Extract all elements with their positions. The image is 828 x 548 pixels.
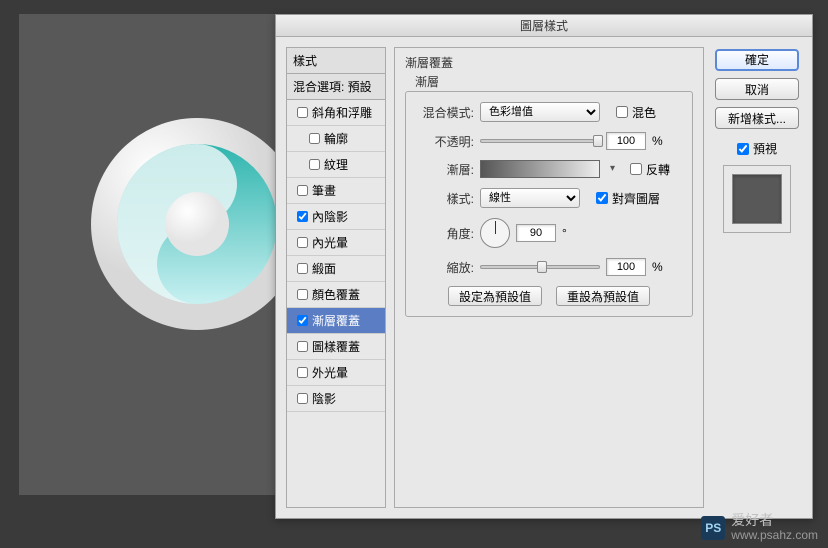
- style-item[interactable]: 圖樣覆蓋: [287, 334, 385, 360]
- subsection-title: 漸層: [415, 73, 693, 90]
- style-label: 圖樣覆蓋: [312, 338, 360, 355]
- reverse-checkbox[interactable]: 反轉: [630, 161, 670, 178]
- style-item[interactable]: 陰影: [287, 386, 385, 412]
- style-label: 輪廓: [324, 130, 348, 147]
- opacity-label: 不透明:: [418, 133, 474, 150]
- style-label: 陰影: [312, 390, 336, 407]
- preview-checkbox[interactable]: 預視: [737, 140, 777, 157]
- styles-header[interactable]: 樣式: [287, 48, 385, 74]
- style-select[interactable]: 線性: [480, 188, 580, 208]
- align-checkbox[interactable]: 對齊圖層: [596, 190, 660, 207]
- artwork-preview: [87, 114, 307, 334]
- style-checkbox[interactable]: [309, 159, 320, 170]
- dither-checkbox[interactable]: 混色: [616, 104, 656, 121]
- style-checkbox[interactable]: [297, 341, 308, 352]
- ps-logo-icon: PS: [701, 516, 725, 540]
- canvas-area: [19, 14, 276, 495]
- watermark-url: www.psahz.com: [731, 529, 818, 542]
- style-checkbox[interactable]: [297, 315, 308, 326]
- style-checkbox[interactable]: [297, 263, 308, 274]
- style-checkbox[interactable]: [297, 107, 308, 118]
- style-item[interactable]: 漸層覆蓋: [287, 308, 385, 334]
- dialog-title: 圖層樣式: [276, 15, 812, 37]
- dialog-buttons: 確定 取消 新增樣式... 預視: [712, 47, 802, 508]
- style-label: 緞面: [312, 260, 336, 277]
- angle-dial[interactable]: [480, 218, 510, 248]
- blend-mode-label: 混合模式:: [418, 104, 474, 121]
- angle-label: 角度:: [418, 225, 474, 242]
- watermark: PS 爱好者 www.psahz.com: [701, 513, 818, 542]
- scale-label: 縮放:: [418, 259, 474, 276]
- style-label: 顏色覆蓋: [312, 286, 360, 303]
- style-checkbox[interactable]: [297, 367, 308, 378]
- ok-button[interactable]: 確定: [715, 49, 799, 71]
- style-item[interactable]: 內陰影: [287, 204, 385, 230]
- opacity-unit: %: [652, 134, 663, 148]
- style-checkbox[interactable]: [297, 393, 308, 404]
- style-label: 內陰影: [312, 208, 348, 225]
- style-checkbox[interactable]: [297, 289, 308, 300]
- angle-input[interactable]: [516, 224, 556, 242]
- style-item[interactable]: 紋理: [287, 152, 385, 178]
- layer-style-dialog: 圖層樣式 樣式 混合選項: 預設 斜角和浮雕輪廓紋理筆畫內陰影內光暈緞面顏色覆蓋…: [275, 14, 813, 519]
- style-item[interactable]: 緞面: [287, 256, 385, 282]
- settings-panel: 漸層覆蓋 漸層 混合模式: 色彩增值 混色 不透明:: [394, 47, 704, 508]
- scale-input[interactable]: [606, 258, 646, 276]
- section-title: 漸層覆蓋: [405, 54, 693, 71]
- blend-options-header[interactable]: 混合選項: 預設: [287, 74, 385, 100]
- styles-panel: 樣式 混合選項: 預設 斜角和浮雕輪廓紋理筆畫內陰影內光暈緞面顏色覆蓋漸層覆蓋圖…: [286, 47, 386, 508]
- reset-default-button[interactable]: 重設為預設值: [556, 286, 650, 306]
- gradient-label: 漸層:: [418, 161, 474, 178]
- new-style-button[interactable]: 新增樣式...: [715, 107, 799, 129]
- scale-slider[interactable]: [480, 265, 600, 269]
- style-label: 樣式:: [418, 190, 474, 207]
- style-label: 外光暈: [312, 364, 348, 381]
- blend-mode-select[interactable]: 色彩增值: [480, 102, 600, 122]
- cancel-button[interactable]: 取消: [715, 78, 799, 100]
- style-item[interactable]: 筆畫: [287, 178, 385, 204]
- watermark-cn: 爱好者: [731, 513, 818, 528]
- style-item[interactable]: 斜角和浮雕: [287, 100, 385, 126]
- make-default-button[interactable]: 設定為預設值: [448, 286, 542, 306]
- style-label: 紋理: [324, 156, 348, 173]
- style-item[interactable]: 外光暈: [287, 360, 385, 386]
- preview-swatch: [732, 174, 782, 224]
- style-checkbox[interactable]: [309, 133, 320, 144]
- style-item[interactable]: 顏色覆蓋: [287, 282, 385, 308]
- style-checkbox[interactable]: [297, 237, 308, 248]
- style-label: 漸層覆蓋: [312, 312, 360, 329]
- style-label: 斜角和浮雕: [312, 104, 372, 121]
- scale-unit: %: [652, 260, 663, 274]
- style-item[interactable]: 內光暈: [287, 230, 385, 256]
- style-label: 筆畫: [312, 182, 336, 199]
- style-checkbox[interactable]: [297, 211, 308, 222]
- opacity-slider[interactable]: [480, 139, 600, 143]
- style-label: 內光暈: [312, 234, 348, 251]
- style-checkbox[interactable]: [297, 185, 308, 196]
- gradient-swatch[interactable]: [480, 160, 600, 178]
- angle-unit: °: [562, 226, 567, 240]
- opacity-input[interactable]: [606, 132, 646, 150]
- style-item[interactable]: 輪廓: [287, 126, 385, 152]
